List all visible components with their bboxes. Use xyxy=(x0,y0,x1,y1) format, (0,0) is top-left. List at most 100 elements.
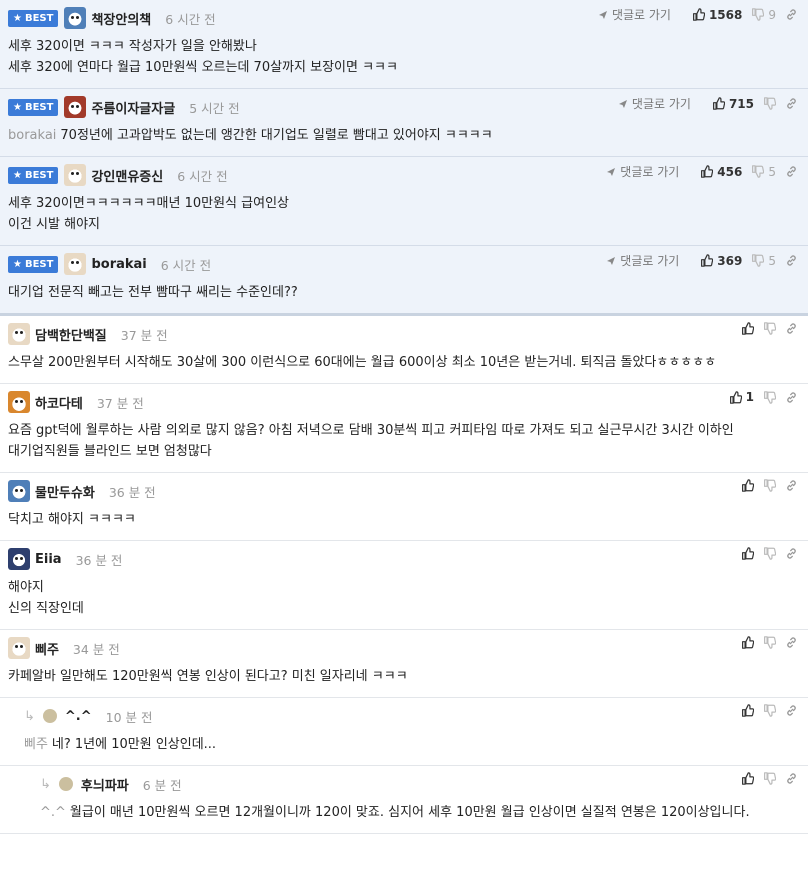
comment-time: 36 분 전 xyxy=(108,484,156,500)
author-name[interactable]: borakai xyxy=(91,257,146,272)
comment-text: 신의 직장인데 xyxy=(8,601,84,616)
comment-header: ↳ ^.^ 10 분 전 xyxy=(24,706,796,726)
dislike-button[interactable] xyxy=(763,322,776,335)
thumbs-up-icon xyxy=(692,8,705,21)
goto-comment-link[interactable]: 댓글로 가기 xyxy=(598,6,671,23)
like-button[interactable]: 715 xyxy=(712,97,754,111)
dislike-button[interactable]: 5 xyxy=(751,254,776,268)
avatar[interactable] xyxy=(64,96,87,118)
comment-actions xyxy=(732,636,798,649)
dislike-button[interactable] xyxy=(763,390,776,404)
avatar[interactable] xyxy=(64,7,87,29)
author-name[interactable]: ^.^ xyxy=(65,709,92,724)
copy-link-button[interactable] xyxy=(785,772,798,785)
like-button[interactable]: 369 xyxy=(700,254,742,268)
reply-item: ↳ ^.^ 10 분 전 삐주 네? 1년에 10만원 인상인데... xyxy=(0,698,808,766)
dislike-button[interactable] xyxy=(763,479,776,492)
dislike-button[interactable]: 5 xyxy=(751,165,776,179)
goto-comment-link[interactable]: 댓글로 가기 xyxy=(606,252,679,269)
goto-comment-label: 댓글로 가기 xyxy=(620,254,680,268)
like-button[interactable] xyxy=(741,479,754,492)
comment-time: 6 시간 전 xyxy=(160,257,212,273)
author-name[interactable]: 물만두슈화 xyxy=(35,482,95,501)
like-button[interactable] xyxy=(741,636,754,649)
reply-mention[interactable]: ^.^ xyxy=(40,805,66,820)
thumbs-down-icon xyxy=(763,547,776,560)
copy-link-button[interactable] xyxy=(785,547,798,560)
like-button[interactable] xyxy=(741,772,754,785)
dislike-button[interactable]: 9 xyxy=(751,8,776,22)
thumbs-up-icon xyxy=(741,636,754,649)
thumbs-up-icon xyxy=(741,704,754,717)
comment-item: Eiia 36 분 전 해야지 신의 직장인데 xyxy=(0,541,808,630)
comment-time: 10 분 전 xyxy=(105,709,153,725)
comment-line: 세후 320에 연마다 월급 10만원씩 오르는데 70살까지 보장이면 ㅋㅋㅋ xyxy=(8,57,796,78)
like-button[interactable] xyxy=(741,547,754,560)
like-count: 715 xyxy=(728,96,754,111)
comment-actions xyxy=(732,479,798,492)
best-label: BEST xyxy=(24,12,54,24)
author-name[interactable]: 주름이자글자글 xyxy=(91,98,175,117)
comment-line: 대기업 전문직 빼고는 전부 빰따구 쌔리는 수준인데?? xyxy=(8,282,796,303)
comment-item: 삐주 34 분 전 카페알바 일만해도 120만원씩 연봉 인상이 된다고? 미친 … xyxy=(0,630,808,698)
comment-actions xyxy=(732,704,798,717)
avatar[interactable] xyxy=(58,777,73,791)
dislike-button[interactable] xyxy=(763,636,776,649)
comment-time: 37 분 전 xyxy=(120,327,168,343)
goto-comment-link[interactable]: 댓글로 가기 xyxy=(606,163,679,180)
avatar[interactable] xyxy=(8,548,30,570)
dislike-count: 5 xyxy=(768,253,776,268)
author-name[interactable]: 책장안의책 xyxy=(91,9,151,28)
like-button[interactable] xyxy=(741,704,754,717)
comment-header: 담백한단백질 37 분 전 xyxy=(8,323,796,345)
copy-link-button[interactable] xyxy=(785,704,798,717)
dislike-button[interactable] xyxy=(763,547,776,560)
thumbs-down-icon xyxy=(751,8,765,21)
avatar[interactable] xyxy=(42,709,57,723)
avatar[interactable] xyxy=(64,253,87,275)
comment-body: 삐주 네? 1년에 10만원 인상인데... xyxy=(24,734,796,755)
best-label: BEST xyxy=(24,101,54,113)
copy-link-button[interactable] xyxy=(785,636,798,649)
like-button[interactable] xyxy=(741,322,754,335)
goto-comment-label: 댓글로 가기 xyxy=(620,165,680,179)
copy-link-button[interactable] xyxy=(785,479,798,492)
avatar[interactable] xyxy=(64,164,87,186)
goto-comment-link[interactable]: 댓글로 가기 xyxy=(618,95,691,112)
link-icon xyxy=(785,391,798,404)
copy-link-button[interactable] xyxy=(785,322,798,335)
dislike-button[interactable] xyxy=(763,97,776,110)
copy-link-button[interactable] xyxy=(785,97,798,110)
dislike-count: 9 xyxy=(768,7,776,22)
avatar[interactable] xyxy=(8,480,30,502)
comment-text: 세후 320이면ㅋㅋㅋㅋㅋㅋ매년 10만원식 급여인상 xyxy=(8,196,289,211)
like-button[interactable]: 1 xyxy=(729,390,754,404)
author-name[interactable]: 하코다테 xyxy=(35,393,83,412)
like-count: 456 xyxy=(717,164,743,179)
copy-link-button[interactable] xyxy=(785,254,798,267)
copy-link-button[interactable] xyxy=(785,8,798,21)
author-name[interactable]: 강인맨유증신 xyxy=(91,166,163,185)
best-badge: ★ BEST xyxy=(8,98,59,116)
thumbs-up-icon xyxy=(700,165,714,178)
author-name[interactable]: 삐주 xyxy=(35,639,59,658)
avatar[interactable] xyxy=(8,323,30,345)
comment-text: 대기업 전문직 빼고는 전부 빰따구 쌔리는 수준인데?? xyxy=(8,285,298,300)
author-name[interactable]: 후늬파파 xyxy=(81,775,129,794)
avatar[interactable] xyxy=(8,637,30,659)
comment-text: 네? 1년에 10만원 인상인데... xyxy=(51,737,217,752)
reply-mention[interactable]: borakai xyxy=(8,128,56,143)
author-name[interactable]: 담백한단백질 xyxy=(35,325,107,344)
comment-line: 세후 320이면 ㅋㅋㅋ 작성자가 일을 안해봤나 xyxy=(8,36,796,57)
copy-link-button[interactable] xyxy=(785,165,798,178)
comment-body: borakai 70정년에 고과압박도 없는데 앵간한 대기업도 일렬로 빰대고 … xyxy=(8,125,796,146)
like-button[interactable]: 456 xyxy=(700,165,742,179)
copy-link-button[interactable] xyxy=(785,391,798,404)
dislike-button[interactable] xyxy=(763,772,776,785)
reply-mention[interactable]: 삐주 xyxy=(24,737,48,752)
dislike-button[interactable] xyxy=(763,704,776,717)
author-name[interactable]: Eiia xyxy=(35,552,62,567)
comment-line: 해야지 xyxy=(8,577,796,598)
like-button[interactable]: 1568 xyxy=(692,8,742,22)
avatar[interactable] xyxy=(8,391,30,413)
